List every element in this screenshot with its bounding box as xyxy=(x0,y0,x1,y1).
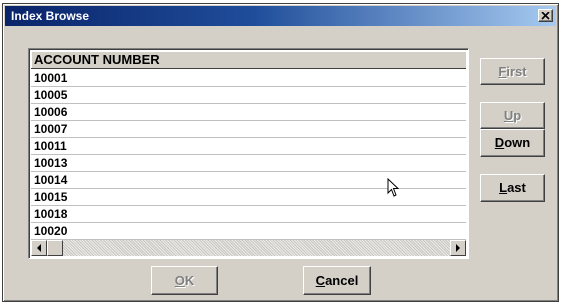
close-icon xyxy=(541,11,550,20)
scroll-left-button[interactable] xyxy=(31,240,47,256)
list-item[interactable]: 10005 xyxy=(31,87,466,104)
mouse-pointer-icon xyxy=(387,178,399,197)
arrow-right-icon xyxy=(456,244,460,252)
arrow-left-icon xyxy=(37,244,41,252)
list-item[interactable]: 10011 xyxy=(31,138,466,155)
list-item[interactable]: 10007 xyxy=(31,121,466,138)
list-item[interactable]: 10015 xyxy=(31,189,466,206)
last-button[interactable]: Last xyxy=(480,174,545,202)
first-button[interactable]: First xyxy=(480,58,545,85)
list-rows: 10001 10005 10006 10007 10011 10013 10014 10015… xyxy=(31,70,466,240)
down-button[interactable]: Down xyxy=(480,129,545,157)
window-title: Index Browse xyxy=(11,9,90,23)
list-item[interactable]: 10013 xyxy=(31,155,466,172)
index-browse-dialog: Index Browse ACCOUNT NUMBER 10001 10005 10… xyxy=(2,3,559,302)
list-item[interactable]: 10014 xyxy=(31,172,466,189)
horizontal-scrollbar[interactable] xyxy=(31,240,466,256)
cancel-button[interactable]: Cancel xyxy=(303,266,371,295)
list-item[interactable]: 10006 xyxy=(31,104,466,121)
ok-button[interactable]: OK xyxy=(151,266,218,295)
scroll-right-button[interactable] xyxy=(450,240,466,256)
list-item[interactable]: 10018 xyxy=(31,206,466,223)
title-bar[interactable]: Index Browse xyxy=(5,6,556,26)
close-button[interactable] xyxy=(538,9,553,22)
account-list[interactable]: ACCOUNT NUMBER 10001 10005 10006 10007 10011… xyxy=(28,48,469,259)
scroll-thumb[interactable] xyxy=(47,240,63,256)
column-header-account-number[interactable]: ACCOUNT NUMBER xyxy=(31,51,466,69)
list-item[interactable]: 10020 xyxy=(31,223,466,240)
list-item[interactable]: 10001 xyxy=(31,70,466,87)
up-button[interactable]: Up xyxy=(480,102,545,129)
